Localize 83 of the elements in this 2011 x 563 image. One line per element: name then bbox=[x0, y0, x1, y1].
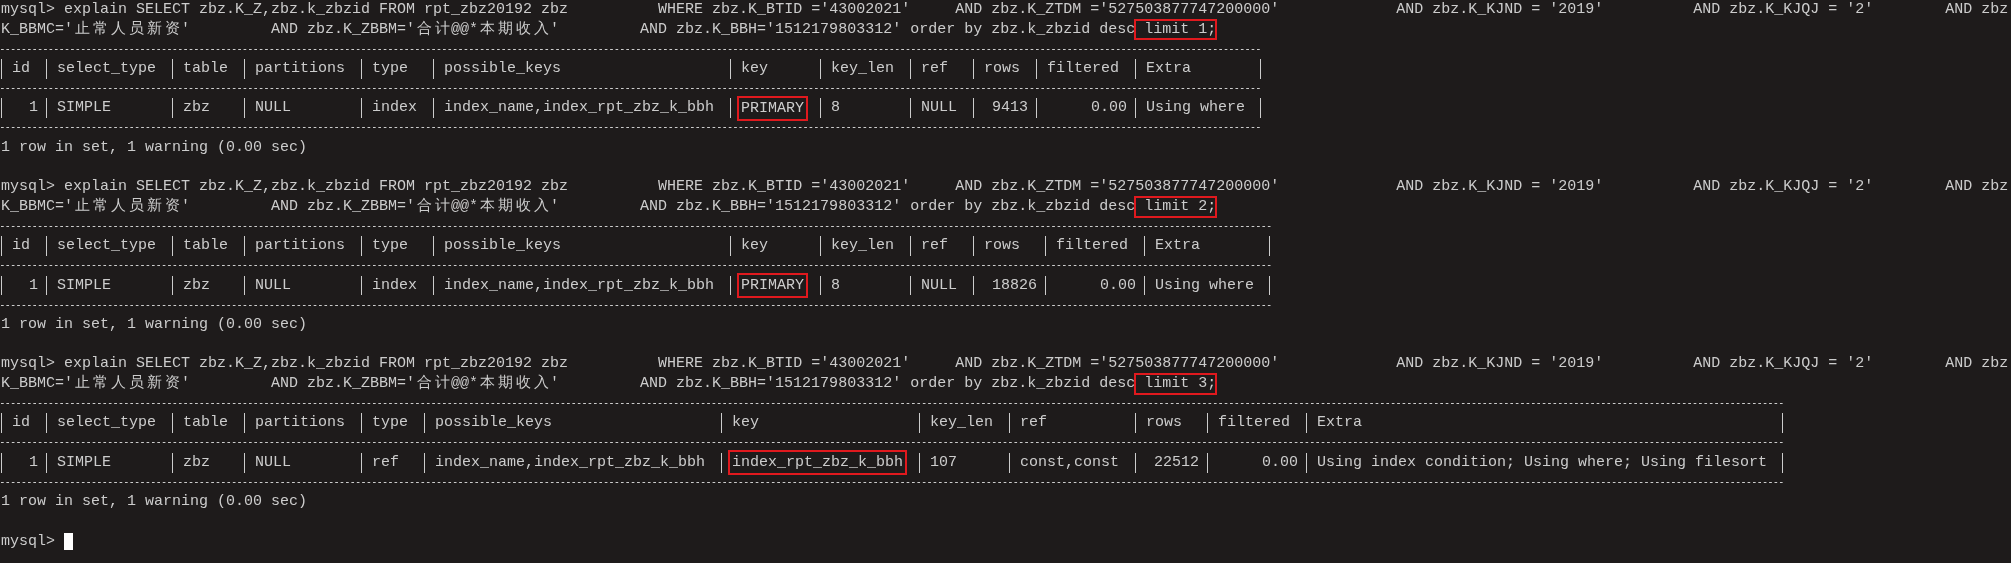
column-header: filtered bbox=[1036, 59, 1136, 79]
sql-query-text: mysql> explain SELECT zbz.K_Z,zbz.k_zbzid FROM rpt_zbz20192 zbz WHERE zbz.K_BTID ='43002021' AND zbz.K_ZTDM ='527503877747200000' AND zbz.K_KJND = '2019' AND zbz.K_KJQJ = '2' AND zbz bbox=[1, 177, 2009, 197]
sql-query-text: K_BBMC='止常人员新资' AND zbz.K_ZBBM='合计@@*本期收入' AND zbz.K_BBH='1512179803312' order by zbz.k_zbzid desc bbox=[1, 196, 1136, 217]
column-header: select_type bbox=[46, 236, 172, 256]
table-cell: Using where bbox=[1135, 98, 1262, 119]
table-cell: NULL bbox=[244, 98, 362, 119]
table-cell: 8 bbox=[820, 98, 911, 119]
table-cell: 107 bbox=[919, 452, 1010, 473]
column-header: partitions bbox=[244, 59, 362, 79]
table-cell: NULL bbox=[910, 275, 974, 296]
table-cell: Using where bbox=[1144, 275, 1271, 296]
sql-query-text: K_BBMC='止常人员新资' AND zbz.K_ZBBM='合计@@*本期收入' AND zbz.K_BBH='1512179803312' order by zbz.k_zbzid desc bbox=[1, 374, 1136, 394]
column-header: select_type bbox=[46, 59, 172, 79]
table-cell: 0.00 bbox=[1036, 98, 1136, 119]
column-header: partitions bbox=[244, 413, 362, 434]
column-header: key_len bbox=[820, 59, 911, 79]
column-header: table bbox=[172, 413, 244, 434]
table-cell: 0.00 bbox=[1045, 275, 1145, 296]
table-cell: NULL bbox=[244, 275, 362, 296]
table-cell: index_name,index_rpt_zbz_k_bbh bbox=[433, 275, 731, 296]
table-cell: SIMPLE bbox=[46, 275, 172, 296]
column-header: id bbox=[1, 413, 46, 434]
column-header: type bbox=[361, 413, 425, 434]
table-cell: 0.00 bbox=[1207, 452, 1307, 473]
table-cell: 22512 bbox=[1135, 452, 1208, 473]
sql-query-text: mysql> explain SELECT zbz.K_Z,zbz.k_zbzid FROM rpt_zbz20192 zbz WHERE zbz.K_BTID ='43002021' AND zbz.K_ZTDM ='527503877747200000' AND zbz.K_KJND = '2019' AND zbz.K_KJQJ = '2' AND zbz bbox=[1, 354, 2009, 374]
table-cell: zbz bbox=[172, 452, 244, 473]
column-header: id bbox=[1, 59, 46, 79]
table-cell: 1 bbox=[1, 452, 46, 473]
column-header: rows bbox=[973, 236, 1046, 256]
column-header: key bbox=[721, 413, 920, 434]
table-cell: ref bbox=[361, 452, 425, 473]
highlight-box: limit 3; bbox=[1135, 374, 1217, 394]
highlight-box: limit 1; bbox=[1135, 19, 1217, 40]
column-header: Extra bbox=[1144, 236, 1271, 256]
table-cell: index_name,index_rpt_zbz_k_bbh bbox=[424, 452, 722, 473]
table-cell: 8 bbox=[820, 275, 911, 296]
table-cell: 1 bbox=[1, 275, 46, 296]
result-message: 1 row in set, 1 warning (0.00 sec) bbox=[1, 492, 308, 512]
column-header: filtered bbox=[1207, 413, 1307, 434]
column-header: type bbox=[361, 236, 434, 256]
table-cell: 1 bbox=[1, 98, 46, 119]
table-cell: NULL bbox=[910, 98, 974, 119]
column-header: table bbox=[172, 59, 244, 79]
column-header: Extra bbox=[1306, 413, 1784, 434]
table-cell: SIMPLE bbox=[46, 98, 172, 119]
column-header: ref bbox=[910, 236, 974, 256]
column-header: key_len bbox=[919, 413, 1010, 434]
table-cell: NULL bbox=[244, 452, 362, 473]
column-header: type bbox=[361, 59, 434, 79]
column-header: possible_keys bbox=[433, 59, 731, 79]
column-header: possible_keys bbox=[424, 413, 722, 434]
column-header: possible_keys bbox=[433, 236, 731, 256]
column-header: Extra bbox=[1135, 59, 1262, 79]
column-header: ref bbox=[910, 59, 974, 79]
table-cell: const,const bbox=[1009, 452, 1136, 473]
column-header: table bbox=[172, 236, 244, 256]
column-header: key bbox=[730, 59, 821, 79]
table-cell: index bbox=[361, 98, 434, 119]
column-header: key bbox=[730, 236, 821, 256]
table-cell: Using index condition; Using where; Using filesort bbox=[1306, 452, 1784, 473]
table-cell: SIMPLE bbox=[46, 452, 172, 473]
column-header: select_type bbox=[46, 413, 172, 434]
table-cell: zbz bbox=[172, 275, 244, 296]
column-header: filtered bbox=[1045, 236, 1145, 256]
table-cell: 18826 bbox=[973, 275, 1046, 296]
table-cell: index_name,index_rpt_zbz_k_bbh bbox=[433, 98, 731, 119]
column-header: key_len bbox=[820, 236, 911, 256]
column-header: rows bbox=[973, 59, 1037, 79]
sql-query-text: K_BBMC='止常人员新资' AND zbz.K_ZBBM='合计@@*本期收入' AND zbz.K_BBH='1512179803312' order by zbz.k_zbzid desc bbox=[1, 19, 1136, 40]
highlight-box: limit 2; bbox=[1135, 196, 1217, 217]
table-cell: 9413 bbox=[973, 98, 1037, 119]
result-message: 1 row in set, 1 warning (0.00 sec) bbox=[1, 315, 308, 335]
result-message: 1 row in set, 1 warning (0.00 sec) bbox=[1, 137, 308, 158]
column-header: rows bbox=[1135, 413, 1208, 434]
text-cursor bbox=[64, 532, 73, 550]
sql-query-text: mysql> explain SELECT zbz.K_Z,zbz.k_zbzid FROM rpt_zbz20192 zbz WHERE zbz.K_BTID ='43002021' AND zbz.K_ZTDM ='527503877747200000' AND zbz.K_KJND = '2019' AND zbz.K_KJQJ = '2' AND zbz bbox=[1, 0, 2009, 20]
table-cell: zbz bbox=[172, 98, 244, 119]
table-cell: index bbox=[361, 275, 434, 296]
column-header: ref bbox=[1009, 413, 1136, 434]
column-header: partitions bbox=[244, 236, 362, 256]
column-header: id bbox=[1, 236, 46, 256]
command-prompt: mysql> bbox=[1, 531, 55, 552]
